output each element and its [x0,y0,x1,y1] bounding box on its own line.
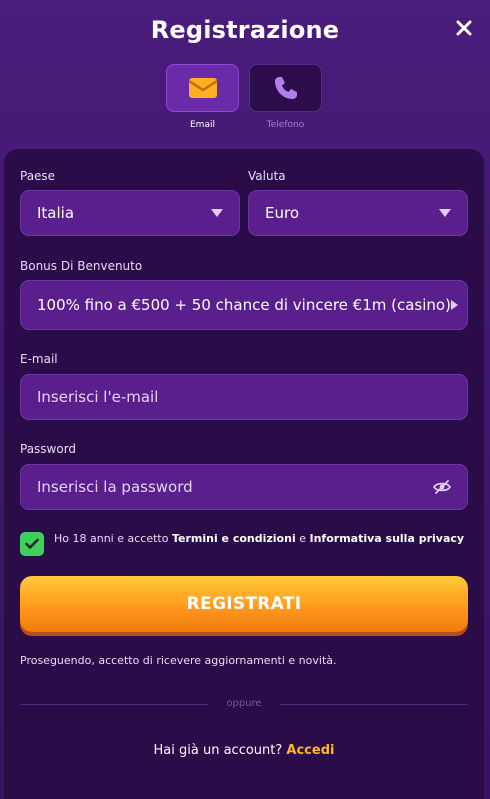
country-label: Paese [20,169,56,183]
privacy-link[interactable]: Informativa sulla privacy [310,532,465,545]
close-button[interactable] [454,18,474,38]
chevron-right-icon [450,300,458,310]
bonus-value: 100% fino a €500 + 50 chance di vincere … [37,296,451,314]
tab-email-label: Email [190,120,215,130]
currency-value: Euro [265,204,299,222]
register-button[interactable]: REGISTRATI [20,576,468,632]
updates-note: Proseguendo, accetto di ricevere aggiorn… [20,654,337,667]
page-title: Registrazione [150,16,340,44]
bonus-select[interactable]: 100% fino a €500 + 50 chance di vincere … [20,280,468,330]
checkmark-icon [25,538,39,549]
age-terms-checkbox[interactable] [20,532,44,556]
bonus-label: Bonus Di Benvenuto [20,259,143,273]
phone-icon [274,77,297,99]
tab-phone[interactable]: Telefono [249,64,322,130]
consent-prefix: Ho 18 anni e accetto [54,532,172,545]
login-prompt: Hai già un account? Accedi [4,743,484,758]
login-link[interactable]: Accedi [286,743,334,758]
currency-select[interactable]: Euro [248,190,468,236]
password-field[interactable]: Inserisci la password [20,464,468,510]
currency-label: Valuta [248,169,286,183]
tab-email-box[interactable] [166,64,239,112]
email-field[interactable]: Inserisci l'e-mail [20,374,468,420]
envelope-icon [187,78,218,98]
login-prompt-text: Hai già un account? [153,743,283,758]
tab-phone-box[interactable] [249,64,322,112]
country-select[interactable]: Italia [20,190,240,236]
tab-email[interactable]: Email [166,64,239,130]
country-value: Italia [37,204,75,222]
email-placeholder: Inserisci l'e-mail [37,388,159,406]
chevron-down-icon [439,209,451,217]
consent-middle: e [295,532,310,545]
registration-method-tabs: Email Telefono [166,64,322,130]
divider-line-right [280,704,468,705]
email-label: E-mail [20,352,58,366]
password-placeholder: Inserisci la password [37,478,193,496]
consent-text: Ho 18 anni e accetto Termini e condizion… [54,532,464,545]
close-icon[interactable] [456,20,472,36]
terms-link[interactable]: Termini e condizioni [172,532,296,545]
password-label: Password [20,442,77,456]
eye-off-icon[interactable] [433,480,451,494]
divider: oppure [20,698,468,709]
registration-form-card: Paese Italia Valuta Euro Bonus Di Benven… [4,149,484,799]
tab-phone-label: Telefono [266,120,305,130]
chevron-down-icon [211,209,223,217]
